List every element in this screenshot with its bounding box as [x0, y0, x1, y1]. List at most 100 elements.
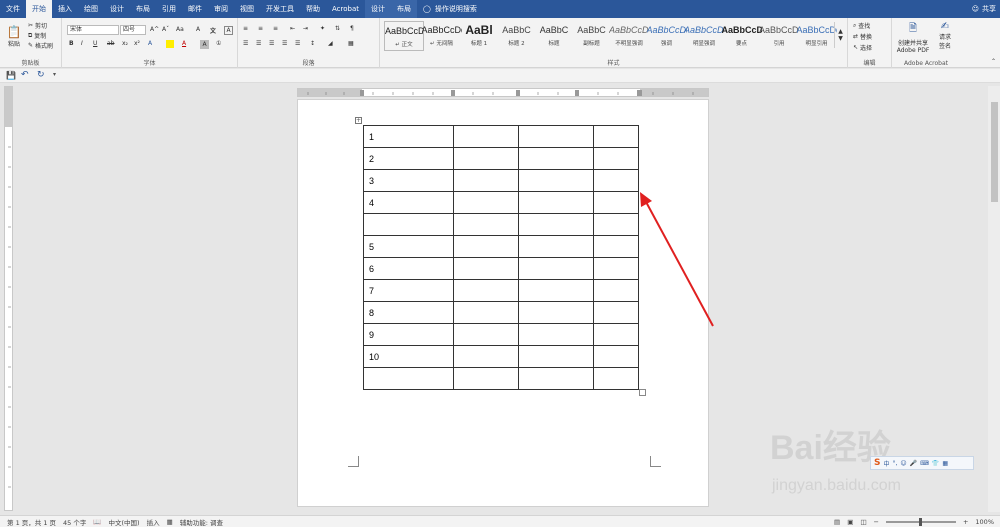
table-cell[interactable] — [453, 125, 519, 148]
read-mode-icon[interactable]: ▤ — [834, 518, 840, 526]
styles-scroll[interactable]: ▲ ▼ — [834, 22, 846, 48]
ime-voice-icon[interactable]: 🎤 — [910, 460, 917, 467]
language-status[interactable]: 中文(中国) — [108, 517, 139, 527]
customize-qat-icon[interactable]: ▾ — [53, 71, 56, 78]
style-item[interactable]: AaBbCcDd 引用 — [759, 21, 799, 51]
tab-mailings[interactable]: 邮件 — [182, 0, 208, 18]
zoom-out-icon[interactable]: − — [874, 518, 879, 526]
table-cell[interactable] — [453, 147, 519, 170]
table-move-handle-icon[interactable]: + — [355, 117, 362, 124]
table-cell[interactable]: 7 — [363, 279, 454, 302]
request-sign-button[interactable]: ✍ 请求 签名 — [934, 21, 956, 50]
tab-review[interactable]: 审阅 — [208, 0, 234, 18]
grow-font-button[interactable]: A^ — [150, 26, 159, 33]
text-effects-icon[interactable]: A — [148, 40, 152, 47]
bold-icon[interactable]: B — [69, 40, 74, 47]
zoom-slider-thumb[interactable] — [918, 517, 922, 526]
highlight-icon[interactable] — [166, 40, 174, 48]
proofing-icon[interactable]: 📖 — [93, 518, 101, 526]
table-cell[interactable] — [518, 345, 594, 368]
table-cell[interactable] — [453, 191, 519, 214]
italic-icon[interactable]: I — [81, 40, 83, 47]
phonetic-icon[interactable]: 文 — [210, 26, 216, 35]
tab-table-design[interactable]: 设计 — [365, 0, 391, 18]
strikethrough-icon[interactable]: ab — [107, 40, 115, 47]
increase-indent-icon[interactable]: ⇥ — [303, 25, 308, 32]
table-cell[interactable] — [593, 235, 639, 258]
superscript-icon[interactable]: x² — [134, 40, 140, 47]
table-cell[interactable] — [363, 213, 454, 236]
table-cell[interactable] — [453, 213, 519, 236]
table-cell[interactable]: 4 — [363, 191, 454, 214]
table-cell[interactable] — [453, 279, 519, 302]
table-cell[interactable] — [453, 367, 519, 390]
align-right-icon[interactable]: ☰ — [269, 40, 274, 47]
style-item[interactable]: AaBbCcDd 明显强调 — [684, 21, 724, 51]
tab-design[interactable]: 设计 — [104, 0, 130, 18]
change-case-button[interactable]: Aa — [176, 26, 184, 33]
collapse-ribbon-icon[interactable]: ⌃ — [991, 58, 996, 65]
table-cell[interactable] — [593, 367, 639, 390]
style-item[interactable]: AaBbCcDd 要点 — [722, 21, 762, 51]
tab-insert[interactable]: 插入 — [52, 0, 78, 18]
tab-draw[interactable]: 绘图 — [78, 0, 104, 18]
format-painter-button[interactable]: ✎ 格式刷 — [28, 41, 53, 50]
tab-references[interactable]: 引用 — [156, 0, 182, 18]
tab-layout[interactable]: 布局 — [130, 0, 156, 18]
macro-icon[interactable]: ▦ — [167, 518, 173, 526]
show-marks-icon[interactable]: ¶ — [350, 25, 354, 32]
chinese-layout-icon[interactable]: ✦ — [320, 25, 325, 32]
save-icon[interactable]: 💾 — [6, 71, 16, 80]
table-cell[interactable] — [518, 235, 594, 258]
horizontal-ruler[interactable] — [297, 88, 709, 97]
char-border-icon[interactable]: A — [224, 26, 233, 35]
table-cell[interactable] — [518, 213, 594, 236]
copy-button[interactable]: ⧉ 复制 — [28, 31, 46, 41]
style-item[interactable]: AaBbCcDd 不明显强调 — [609, 21, 649, 51]
table-cell[interactable] — [593, 323, 639, 346]
table-cell[interactable] — [518, 257, 594, 280]
web-layout-icon[interactable]: ◫ — [860, 518, 866, 526]
tab-table-layout[interactable]: 布局 — [391, 0, 417, 18]
table-cell[interactable] — [518, 125, 594, 148]
table-cell[interactable] — [518, 323, 594, 346]
tab-home[interactable]: 开始 — [26, 0, 52, 18]
numbering-icon[interactable]: ≡ — [258, 25, 263, 32]
justify-icon[interactable]: ☰ — [282, 40, 287, 47]
table-cell[interactable] — [453, 235, 519, 258]
table-cell[interactable] — [518, 301, 594, 324]
font-name-select[interactable]: 宋体 — [67, 25, 119, 35]
table-cell[interactable] — [453, 301, 519, 324]
table-cell[interactable] — [593, 191, 639, 214]
decrease-indent-icon[interactable]: ⇤ — [290, 25, 295, 32]
select-button[interactable]: ↖ 选择 — [853, 43, 872, 52]
font-size-select[interactable]: 四号 — [120, 25, 146, 35]
input-method-toolbar[interactable]: S 中 °, ☺ 🎤 ⌨ 👕 ▦ — [870, 456, 974, 470]
ime-mode-icon[interactable]: 中 — [883, 459, 889, 468]
share-button[interactable]: ☺ 共享 — [972, 0, 996, 18]
table-cell[interactable] — [593, 301, 639, 324]
style-item[interactable]: AaBbC 标题 — [534, 21, 574, 51]
insert-mode[interactable]: 插入 — [147, 517, 160, 527]
subscript-icon[interactable]: x₂ — [122, 40, 128, 47]
tell-me-search[interactable]: ◯ 操作说明搜索 — [423, 4, 477, 14]
undo-icon[interactable]: ↶ — [21, 70, 29, 80]
table-cell[interactable]: 8 — [363, 301, 454, 324]
table-cell[interactable]: 9 — [363, 323, 454, 346]
table-cell[interactable]: 10 — [363, 345, 454, 368]
cut-button[interactable]: ✂ 剪切 — [28, 21, 47, 30]
table-cell[interactable] — [453, 323, 519, 346]
table-cell[interactable] — [593, 147, 639, 170]
style-item[interactable]: AaBbCcDd ↵ 正文 — [384, 21, 424, 51]
align-left-icon[interactable]: ☰ — [243, 40, 248, 47]
table-cell[interactable] — [518, 191, 594, 214]
ime-tools-icon[interactable]: ▦ — [942, 460, 948, 467]
sort-icon[interactable]: ⇅ — [335, 25, 340, 32]
tab-developer[interactable]: 开发工具 — [260, 0, 300, 18]
table-cell[interactable]: 3 — [363, 169, 454, 192]
vertical-ruler[interactable] — [4, 86, 13, 511]
enclose-char-icon[interactable]: ① — [216, 40, 221, 47]
tab-view[interactable]: 视图 — [234, 0, 260, 18]
ime-punctuation-icon[interactable]: °, — [893, 460, 898, 467]
style-item[interactable]: AaBbC 副标题 — [572, 21, 612, 51]
